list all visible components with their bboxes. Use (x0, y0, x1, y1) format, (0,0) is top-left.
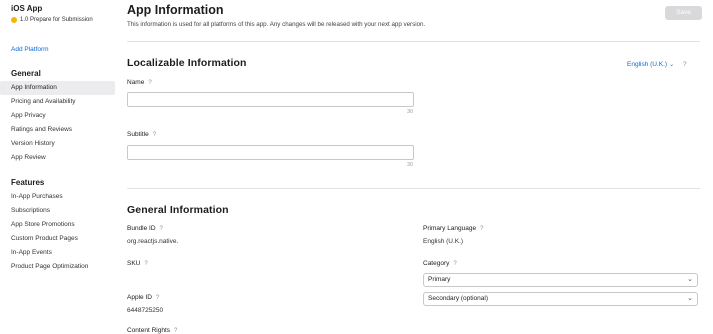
content-rights-label-text: Content Rights (127, 327, 170, 334)
question-mark-icon[interactable]: ? (480, 226, 483, 232)
name-char-count: 30 (407, 109, 414, 115)
divider (127, 188, 700, 189)
content-rights-label: Content Rights? (127, 327, 177, 334)
question-mark-icon[interactable]: ? (174, 328, 177, 334)
page-title: App Information (127, 3, 224, 17)
chevron-down-icon: ⌄ (687, 295, 693, 302)
sidebar-item-app-information[interactable]: App Information (0, 81, 115, 95)
sku-label-text: SKU (127, 260, 141, 267)
question-mark-icon[interactable]: ? (148, 80, 151, 86)
nav-heading-features: Features (11, 178, 45, 187)
apple-id-label-text: Apple ID (127, 294, 152, 301)
sidebar-item-app-store-promotions[interactable]: App Store Promotions (0, 218, 115, 232)
app-title: iOS App (11, 4, 43, 13)
version-status[interactable]: 1.0 Prepare for Submission (11, 17, 93, 23)
subtitle-char-count: 30 (407, 162, 414, 168)
sidebar-item-in-app-events[interactable]: In-App Events (0, 246, 115, 260)
nav-heading-general: General (11, 69, 41, 78)
question-mark-icon[interactable]: ? (156, 295, 159, 301)
primary-language-label: Primary Language? (423, 225, 483, 232)
sidebar-item-version-history[interactable]: Version History (0, 137, 115, 151)
subtitle-label-text: Subtitle (127, 131, 149, 138)
localizable-information-title: Localizable Information (127, 57, 247, 69)
main-content: App Information This information is used… (127, 0, 713, 334)
sidebar-item-ratings-and-reviews[interactable]: Ratings and Reviews (0, 123, 115, 137)
sidebar-item-product-page-optimization[interactable]: Product Page Optimization (0, 260, 115, 274)
divider (127, 41, 700, 42)
name-label: Name? (127, 79, 152, 86)
nav-list-features: In-App Purchases Subscriptions App Store… (0, 190, 115, 274)
nav-list-general: App Information Pricing and Availability… (0, 81, 115, 165)
question-mark-icon[interactable]: ? (683, 61, 687, 68)
question-mark-icon[interactable]: ? (160, 226, 163, 232)
name-input[interactable] (127, 92, 414, 107)
general-information-title: General Information (127, 204, 229, 216)
sidebar-item-pricing-and-availability[interactable]: Pricing and Availability (0, 95, 115, 109)
add-platform-link[interactable]: Add Platform (11, 46, 49, 53)
status-dot-icon (11, 17, 17, 23)
version-status-label: 1.0 Prepare for Submission (20, 17, 93, 23)
sidebar: iOS App 1.0 Prepare for Submission Add P… (0, 0, 119, 334)
language-selector-label: English (U.K.) (627, 61, 668, 68)
sku-label: SKU? (127, 260, 148, 267)
bundle-id-label-text: Bundle ID (127, 225, 156, 232)
question-mark-icon[interactable]: ? (453, 261, 456, 267)
bundle-id-value: org.reactjs.native. (127, 238, 179, 245)
chevron-down-icon: ⌄ (669, 62, 675, 68)
name-label-text: Name (127, 79, 145, 86)
subtitle-input[interactable] (127, 145, 414, 160)
category-label: Category? (423, 260, 457, 267)
primary-category-select-label: Primary (428, 276, 451, 283)
sidebar-item-app-privacy[interactable]: App Privacy (0, 109, 115, 123)
apple-id-value: 6448725250 (127, 307, 164, 314)
sidebar-item-in-app-purchases[interactable]: In-App Purchases (0, 190, 115, 204)
subtitle-label: Subtitle? (127, 131, 156, 138)
secondary-category-select-label: Secondary (optional) (428, 295, 488, 302)
primary-language-value: English (U.K.) (423, 238, 464, 245)
category-label-text: Category (423, 260, 450, 267)
language-selector[interactable]: English (U.K.) ⌄ (627, 61, 674, 68)
secondary-category-select[interactable]: Secondary (optional) ⌄ (423, 292, 698, 306)
chevron-down-icon: ⌄ (687, 276, 693, 283)
question-mark-icon[interactable]: ? (153, 132, 156, 138)
save-button[interactable]: Save (665, 6, 702, 20)
primary-category-select[interactable]: Primary ⌄ (423, 273, 698, 287)
bundle-id-label: Bundle ID? (127, 225, 163, 232)
page-description: This information is used for all platfor… (127, 21, 426, 28)
sidebar-item-app-review[interactable]: App Review (0, 151, 115, 165)
question-mark-icon[interactable]: ? (144, 261, 147, 267)
primary-language-label-text: Primary Language (423, 225, 477, 232)
sidebar-item-subscriptions[interactable]: Subscriptions (0, 204, 115, 218)
sidebar-item-custom-product-pages[interactable]: Custom Product Pages (0, 232, 115, 246)
apple-id-label: Apple ID? (127, 294, 159, 301)
